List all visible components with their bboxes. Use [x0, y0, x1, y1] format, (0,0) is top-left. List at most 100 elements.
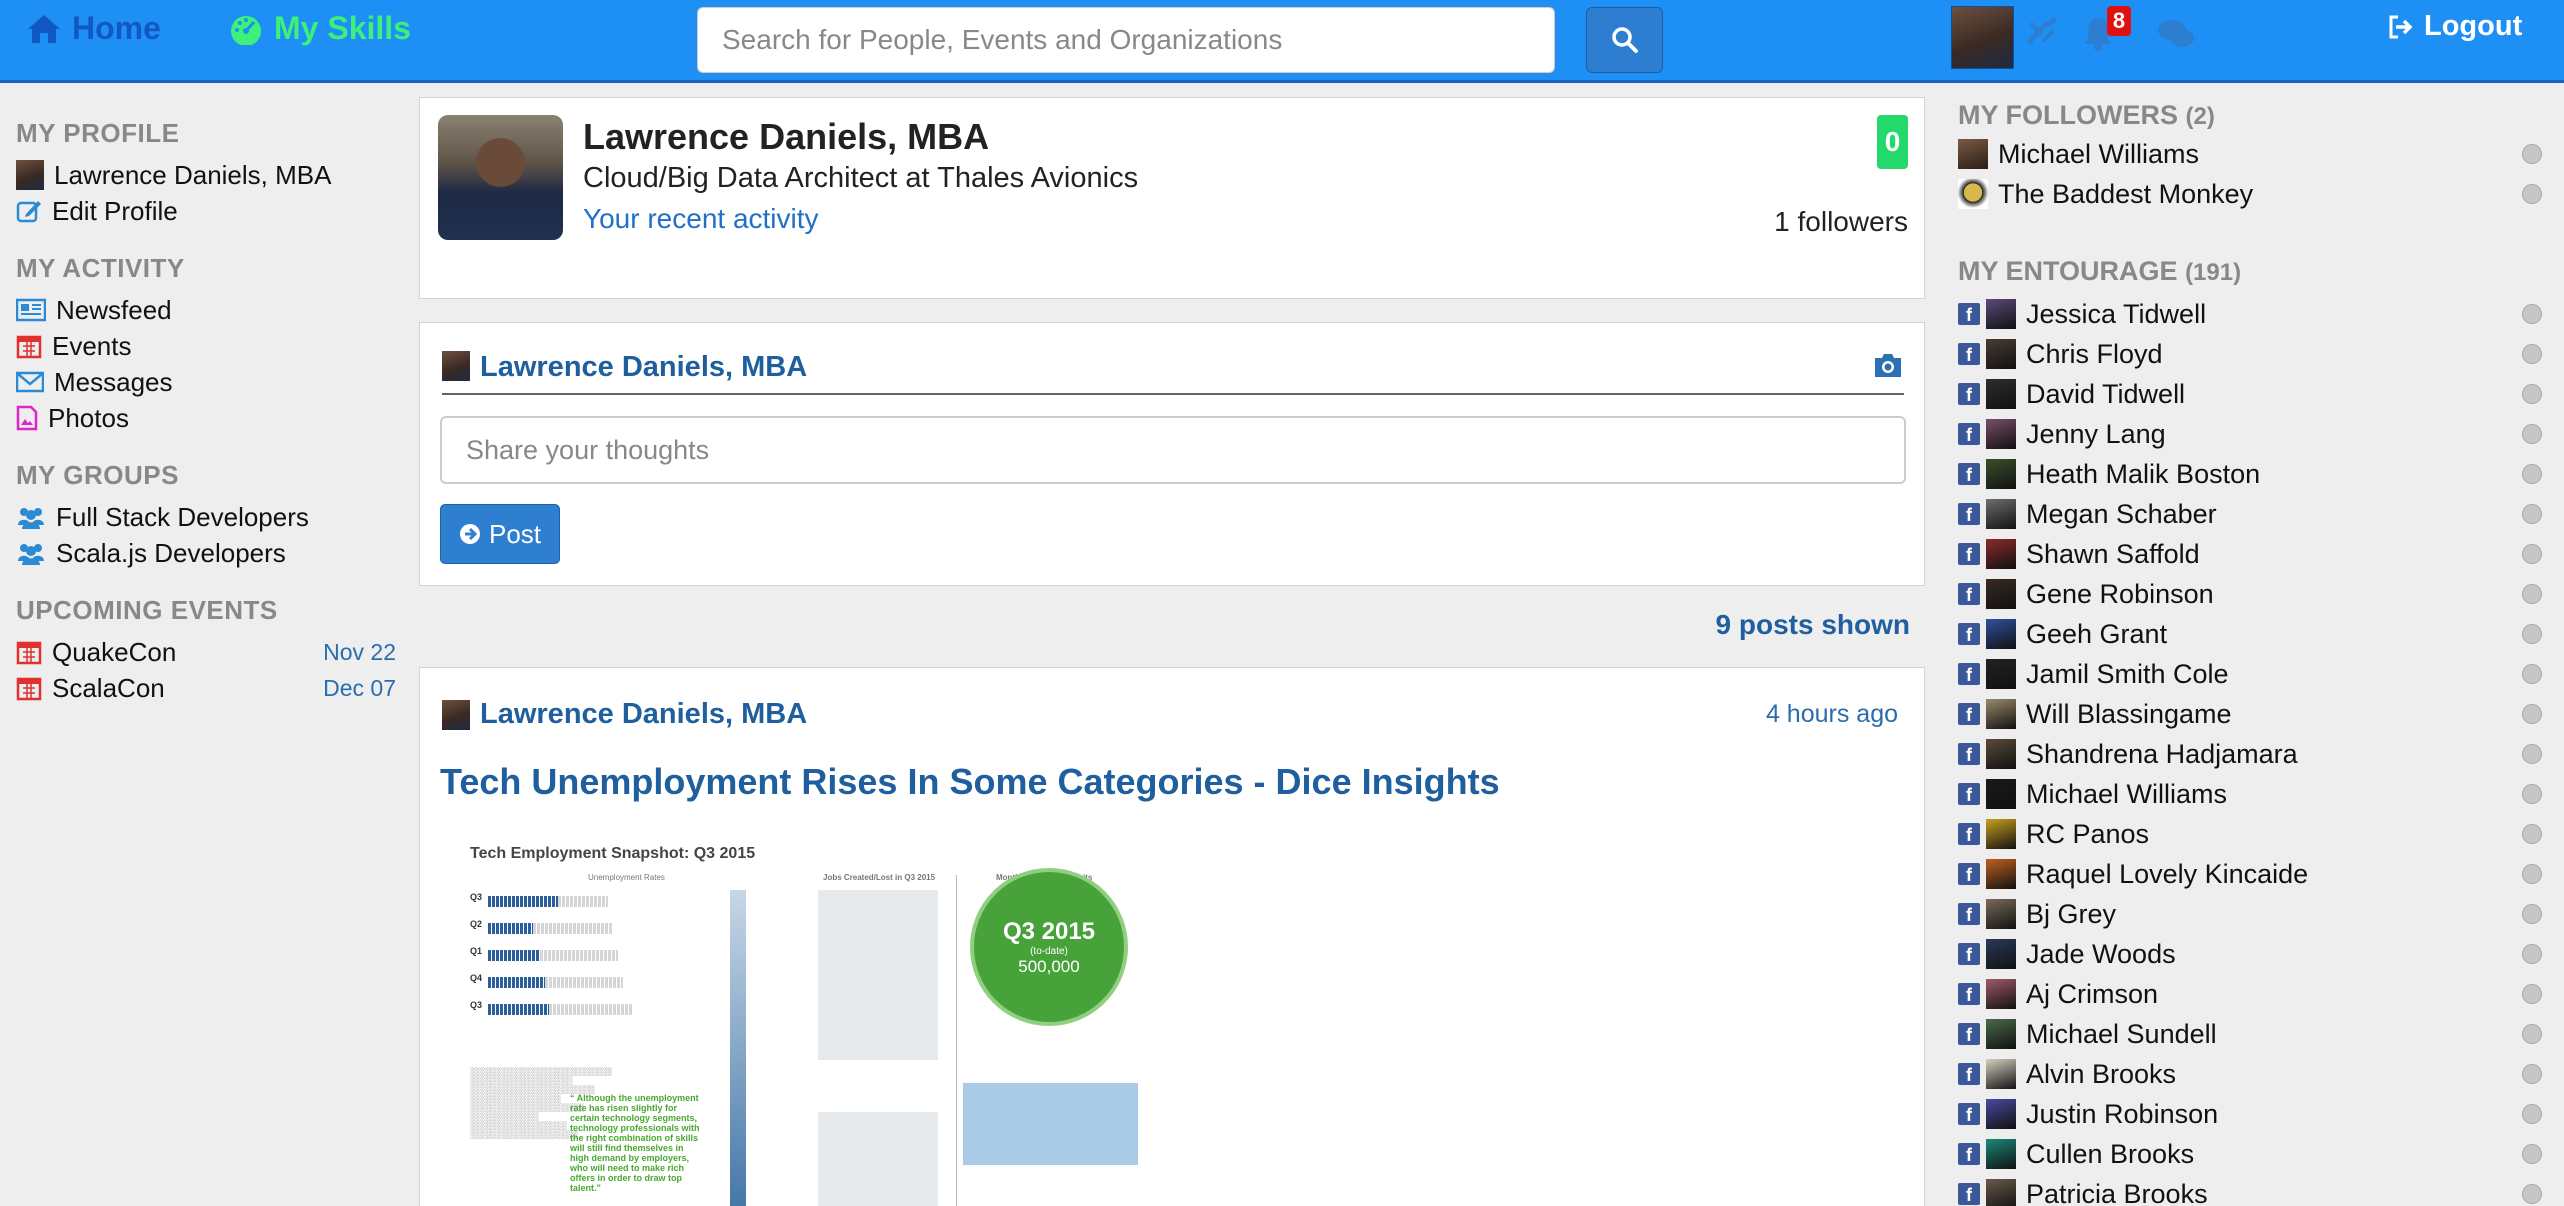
entourage-item[interactable]: f Jade Woods [1958, 934, 2548, 974]
post-header: Lawrence Daniels, MBA 4 hours ago [442, 698, 1898, 731]
entourage-item[interactable]: f David Tidwell [1958, 374, 2548, 414]
users-icon [18, 544, 44, 565]
composer-author[interactable]: Lawrence Daniels, MBA [480, 351, 807, 384]
infographic-heading: Tech Employment Snapshot: Q3 2015 [470, 845, 756, 862]
followers-count[interactable]: 1 followers [1774, 206, 1908, 238]
entourage-item[interactable]: f Gene Robinson [1958, 574, 2548, 614]
edit-icon [16, 201, 41, 223]
facebook-icon: f [1958, 1103, 1980, 1125]
entourage-item[interactable]: f Shandrena Hadjamara [1958, 734, 2548, 774]
entourage-item[interactable]: f Geeh Grant [1958, 614, 2548, 654]
avatar [1958, 139, 1988, 169]
entourage-item[interactable]: f Shawn Saffold [1958, 534, 2548, 574]
follower-item[interactable]: Michael Williams [1958, 134, 2548, 174]
sidebar-item-event[interactable]: QuakeCon Nov 22 [16, 634, 396, 670]
status-dot [2522, 1064, 2542, 1084]
sidebar-item-edit-profile[interactable]: Edit Profile [16, 193, 396, 229]
home-link[interactable]: Home [26, 10, 161, 47]
quarter-label: Q1 [470, 946, 483, 956]
camera-icon[interactable] [1872, 351, 1904, 379]
user-avatar[interactable] [1951, 6, 2014, 69]
status-dot [2522, 784, 2542, 804]
entourage-name: Raquel Lovely Kincaide [2026, 858, 2309, 889]
entourage-list: f Jessica Tidwell f Chris Floyd f David Tidwe… [1958, 294, 2548, 1206]
entourage-item[interactable]: f Bj Grey [1958, 894, 2548, 934]
upcoming-events-heading: UPCOMING EVENTS [16, 595, 278, 625]
entourage-item[interactable]: f Jenny Lang [1958, 414, 2548, 454]
entourage-item[interactable]: f Heath Malik Boston [1958, 454, 2548, 494]
logout-link[interactable]: Logout [2388, 10, 2522, 43]
status-dot [2522, 904, 2542, 924]
entourage-item[interactable]: f Cullen Brooks [1958, 1134, 2548, 1174]
entourage-name: Shandrena Hadjamara [2026, 738, 2298, 769]
chat-icon[interactable] [2156, 18, 2196, 50]
avatar [1986, 739, 2016, 769]
post-button[interactable]: Post [440, 504, 560, 564]
infographic-quote: “ Although the unemployment rate has ris… [570, 1093, 700, 1193]
entourage-item[interactable]: f Justin Robinson [1958, 1094, 2548, 1134]
entourage-item[interactable]: f Megan Schaber [1958, 494, 2548, 534]
entourage-name: Justin Robinson [2026, 1098, 2219, 1129]
sidebar-item-newsfeed[interactable]: Newsfeed [16, 292, 396, 328]
sidebar-item-event[interactable]: ScalaCon Dec 07 [16, 670, 396, 706]
sidebar-item-photos[interactable]: Photos [16, 400, 396, 436]
sidebar-item-group[interactable]: Scala.js Developers [16, 535, 396, 571]
feed-post: Lawrence Daniels, MBA 4 hours ago Tech U… [419, 667, 1925, 1206]
entourage-item[interactable]: f Jessica Tidwell [1958, 294, 2548, 334]
status-dot [2522, 424, 2542, 444]
search-button[interactable] [1586, 7, 1663, 73]
connections-icon[interactable] [2024, 14, 2060, 50]
avatar [1986, 899, 2016, 929]
national-bar [545, 977, 623, 988]
entourage-item[interactable]: f Alvin Brooks [1958, 1054, 2548, 1094]
sidebar-item-events[interactable]: Events [16, 328, 396, 364]
avatar [1986, 419, 2016, 449]
quits-circle: Q3 2015 (to-date) 500,000 [970, 868, 1128, 1026]
highlighted-text-block [963, 1083, 1138, 1165]
facebook-icon: f [1958, 1183, 1980, 1205]
quarter-label: Q2 [470, 919, 483, 929]
sidebar-item-messages[interactable]: Messages [16, 364, 396, 400]
avatar [1986, 659, 2016, 689]
facebook-icon: f [1958, 383, 1980, 405]
home-icon [28, 14, 60, 43]
entourage-name: Bj Grey [2026, 898, 2117, 929]
post-title-link[interactable]: Tech Unemployment Rises In Some Categori… [440, 761, 1500, 803]
status-dot [2522, 184, 2542, 204]
entourage-item[interactable]: f Jamil Smith Cole [1958, 654, 2548, 694]
entourage-item[interactable]: f RC Panos [1958, 814, 2548, 854]
entourage-item[interactable]: f Will Blassingame [1958, 694, 2548, 734]
status-dot [2522, 824, 2542, 844]
entourage-item[interactable]: f Aj Crimson [1958, 974, 2548, 1014]
profile-photo[interactable] [438, 115, 563, 240]
entourage-item[interactable]: f Chris Floyd [1958, 334, 2548, 374]
entourage-item[interactable]: f Michael Sundell [1958, 1014, 2548, 1054]
my-skills-link[interactable]: My Skills [228, 10, 411, 47]
event-date: Dec 07 [323, 674, 396, 701]
sidebar-item-profile[interactable]: Lawrence Daniels, MBA [16, 157, 396, 193]
entourage-name: David Tidwell [2026, 378, 2186, 409]
avatar [1986, 499, 2016, 529]
recent-activity-link[interactable]: Your recent activity [583, 203, 819, 235]
entourage-name: Jamil Smith Cole [2026, 658, 2229, 689]
entourage-section: MY ENTOURAGE (191) f Jessica Tidwell f Chri… [1958, 256, 2548, 1206]
facebook-icon: f [1958, 543, 1980, 565]
right-sidebar: MY FOLLOWERS (2) Michael Williams The Ba… [1958, 100, 2548, 1206]
status-dot [2522, 624, 2542, 644]
share-thoughts-input[interactable] [440, 416, 1906, 484]
facebook-icon: f [1958, 703, 1980, 725]
search-input[interactable] [697, 7, 1555, 73]
post-author[interactable]: Lawrence Daniels, MBA [480, 698, 807, 731]
avatar [1986, 1099, 2016, 1129]
facebook-icon: f [1958, 343, 1980, 365]
entourage-item[interactable]: f Raquel Lovely Kincaide [1958, 854, 2548, 894]
entourage-item[interactable]: f Patricia Brooks [1958, 1174, 2548, 1206]
post-image[interactable]: Tech Employment Snapshot: Q3 2015 Unempl… [458, 835, 1218, 1206]
event-name: ScalaCon [52, 672, 165, 703]
entourage-item[interactable]: f Michael Williams [1958, 774, 2548, 814]
follower-item[interactable]: The Baddest Monkey [1958, 174, 2548, 214]
facebook-icon: f [1958, 863, 1980, 885]
group-name: Full Stack Developers [56, 501, 309, 532]
avatar [1986, 1179, 2016, 1206]
sidebar-item-group[interactable]: Full Stack Developers [16, 499, 396, 535]
